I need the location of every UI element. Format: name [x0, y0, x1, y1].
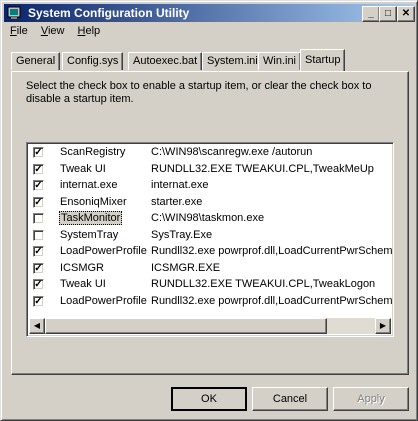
enable-checkbox[interactable]: ✓	[33, 262, 44, 274]
maximize-button[interactable]: □	[379, 6, 397, 22]
startup-item-command: ICSMGR.EXE	[151, 261, 221, 274]
startup-panel: Select the check box to enable a startup…	[11, 71, 409, 375]
list-item[interactable]: ✓ ICSMGR ICSMGR.EXE	[29, 261, 391, 277]
tab-win-ini[interactable]: Win.ini	[258, 52, 302, 70]
close-button[interactable]: ✕	[397, 6, 415, 22]
startup-item-command: starter.exe	[151, 195, 203, 208]
enable-checkbox[interactable]: ✓	[33, 163, 44, 175]
list-item[interactable]: ✓ ScanRegistry C:\WIN98\scanregw.exe /auto…	[29, 145, 391, 161]
menu-file[interactable]: File	[5, 24, 33, 38]
startup-item-command: RUNDLL32.EXE TWEAKUI.CPL,TweakMeUp	[151, 162, 374, 175]
startup-item-name: ScanRegistry	[60, 146, 126, 158]
tab-startup[interactable]: Startup	[300, 49, 346, 71]
tab-system-ini[interactable]: System.ini	[202, 52, 263, 70]
instructions-text: Select the check box to enable a startup…	[26, 80, 372, 105]
msconfig-icon	[7, 6, 21, 19]
enable-checkbox[interactable]: ✓	[33, 180, 44, 191]
list-item[interactable]: ✓ Tweak UI RUNDLL32.EXE TWEAKUI.CPL,TweakM…	[29, 162, 391, 178]
list-item[interactable]: TaskMonitor C:\WIN98\taskmon.exe	[29, 211, 391, 227]
list-item[interactable]: ✓ Tweak UI RUNDLL32.EXE TWEAKUI.CPL,TweakL…	[29, 277, 391, 293]
startup-item-command: C:\WIN98\taskmon.exe	[151, 212, 265, 224]
horizontal-scrollbar[interactable]: ◀ ▶	[29, 318, 391, 334]
enable-checkbox[interactable]: ✓	[33, 246, 44, 257]
list-item[interactable]: ✓ LoadPowerProfile Rundll32.exe powrprof.d…	[29, 294, 394, 310]
msconfig-window: System Configuration Utility _ □ ✕ File …	[0, 0, 418, 421]
enable-checkbox[interactable]: ✓	[33, 295, 44, 307]
enable-checkbox[interactable]	[33, 229, 44, 241]
list-item[interactable]: ✓ EnsoniqMixer starter.exe	[29, 195, 391, 211]
scroll-left-icon[interactable]: ◀	[29, 318, 45, 334]
startup-item-command: Rundll32.exe powrprof.dll,LoadCurrentPwr…	[151, 245, 394, 257]
enable-checkbox[interactable]: ✓	[33, 147, 44, 158]
menu-help[interactable]: Help	[73, 24, 106, 38]
list-item[interactable]: ✓ LoadPowerProfile Rundll32.exe powrprof.d…	[29, 244, 394, 260]
menu-view[interactable]: View	[36, 24, 70, 38]
startup-item-name: LoadPowerProfile	[60, 245, 147, 257]
window-title: System Configuration Utility	[28, 6, 190, 20]
list-item[interactable]: ✓ internat.exe internat.exe	[29, 178, 391, 194]
tab-config-sys[interactable]: Config.sys	[62, 52, 124, 70]
startup-item-name: EnsoniqMixer	[60, 195, 127, 208]
startup-item-command: RUNDLL32.EXE TWEAKUI.CPL,TweakLogon	[151, 278, 376, 290]
startup-item-name: TaskMonitor	[59, 211, 123, 225]
startup-item-command: SysTray.Exe	[151, 228, 213, 241]
startup-item-name: LoadPowerProfile	[60, 294, 147, 307]
apply-button[interactable]: Apply	[333, 387, 409, 411]
tab-general[interactable]: General	[11, 52, 61, 70]
startup-list[interactable]: ✓ ScanRegistry C:\WIN98\scanregw.exe /auto…	[26, 142, 394, 337]
minimize-button[interactable]: _	[362, 6, 380, 22]
startup-item-name: SystemTray	[60, 228, 119, 241]
startup-item-command: internat.exe	[151, 179, 209, 191]
scroll-right-icon[interactable]: ▶	[375, 318, 391, 334]
startup-item-name: Tweak UI	[60, 278, 106, 290]
startup-item-command: Rundll32.exe powrprof.dll,LoadCurrentPwr…	[151, 294, 394, 307]
title-bar[interactable]: System Configuration Utility _ □ ✕	[4, 4, 415, 22]
enable-checkbox[interactable]: ✓	[33, 196, 44, 208]
list-item[interactable]: SystemTray SysTray.Exe	[29, 228, 391, 244]
cancel-button[interactable]: Cancel	[252, 387, 328, 411]
ok-button[interactable]: OK	[171, 387, 247, 411]
startup-item-name: Tweak UI	[60, 162, 106, 175]
enable-checkbox[interactable]: ✓	[33, 279, 44, 290]
startup-item-name: internat.exe	[60, 179, 118, 191]
startup-item-name: ICSMGR	[60, 261, 104, 274]
startup-item-command: C:\WIN98\scanregw.exe /autorun	[151, 146, 313, 158]
enable-checkbox[interactable]	[33, 213, 44, 224]
tab-autoexec-bat[interactable]: Autoexec.bat	[128, 52, 203, 70]
scroll-thumb[interactable]	[45, 318, 327, 334]
menu-bar: File View Help	[5, 24, 105, 42]
